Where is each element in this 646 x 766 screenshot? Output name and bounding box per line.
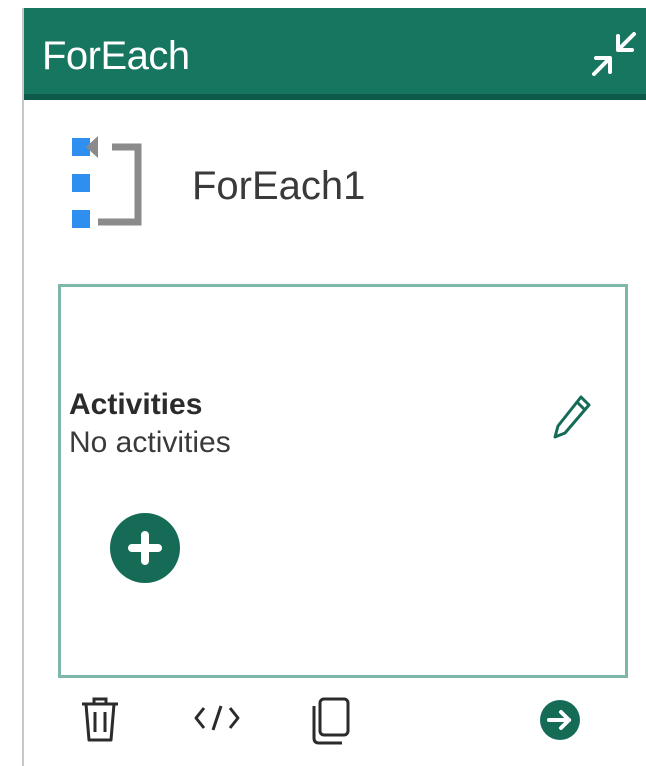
add-activity-button[interactable] xyxy=(110,513,180,583)
collapse-arrows-icon[interactable] xyxy=(588,28,638,78)
pencil-icon[interactable] xyxy=(551,391,595,441)
card-title: ForEach xyxy=(42,34,190,78)
plus-circle-icon xyxy=(128,531,162,565)
copy-icon[interactable] xyxy=(306,696,352,751)
activities-subtitle: No activities xyxy=(69,426,231,459)
arrow-right-circle-icon[interactable] xyxy=(538,698,582,747)
activities-title: Activities xyxy=(69,388,203,421)
foreach-activity-card[interactable]: ForEach ForEach1 Activities No activitie… xyxy=(22,8,646,766)
activity-toolbar xyxy=(24,688,646,766)
activities-panel: Activities No activities xyxy=(58,284,628,678)
activity-name[interactable]: ForEach1 xyxy=(192,162,365,210)
code-icon[interactable] xyxy=(192,702,242,739)
trash-icon[interactable] xyxy=(80,696,120,749)
foreach-loop-icon xyxy=(72,134,144,234)
card-header: ForEach xyxy=(24,8,646,100)
